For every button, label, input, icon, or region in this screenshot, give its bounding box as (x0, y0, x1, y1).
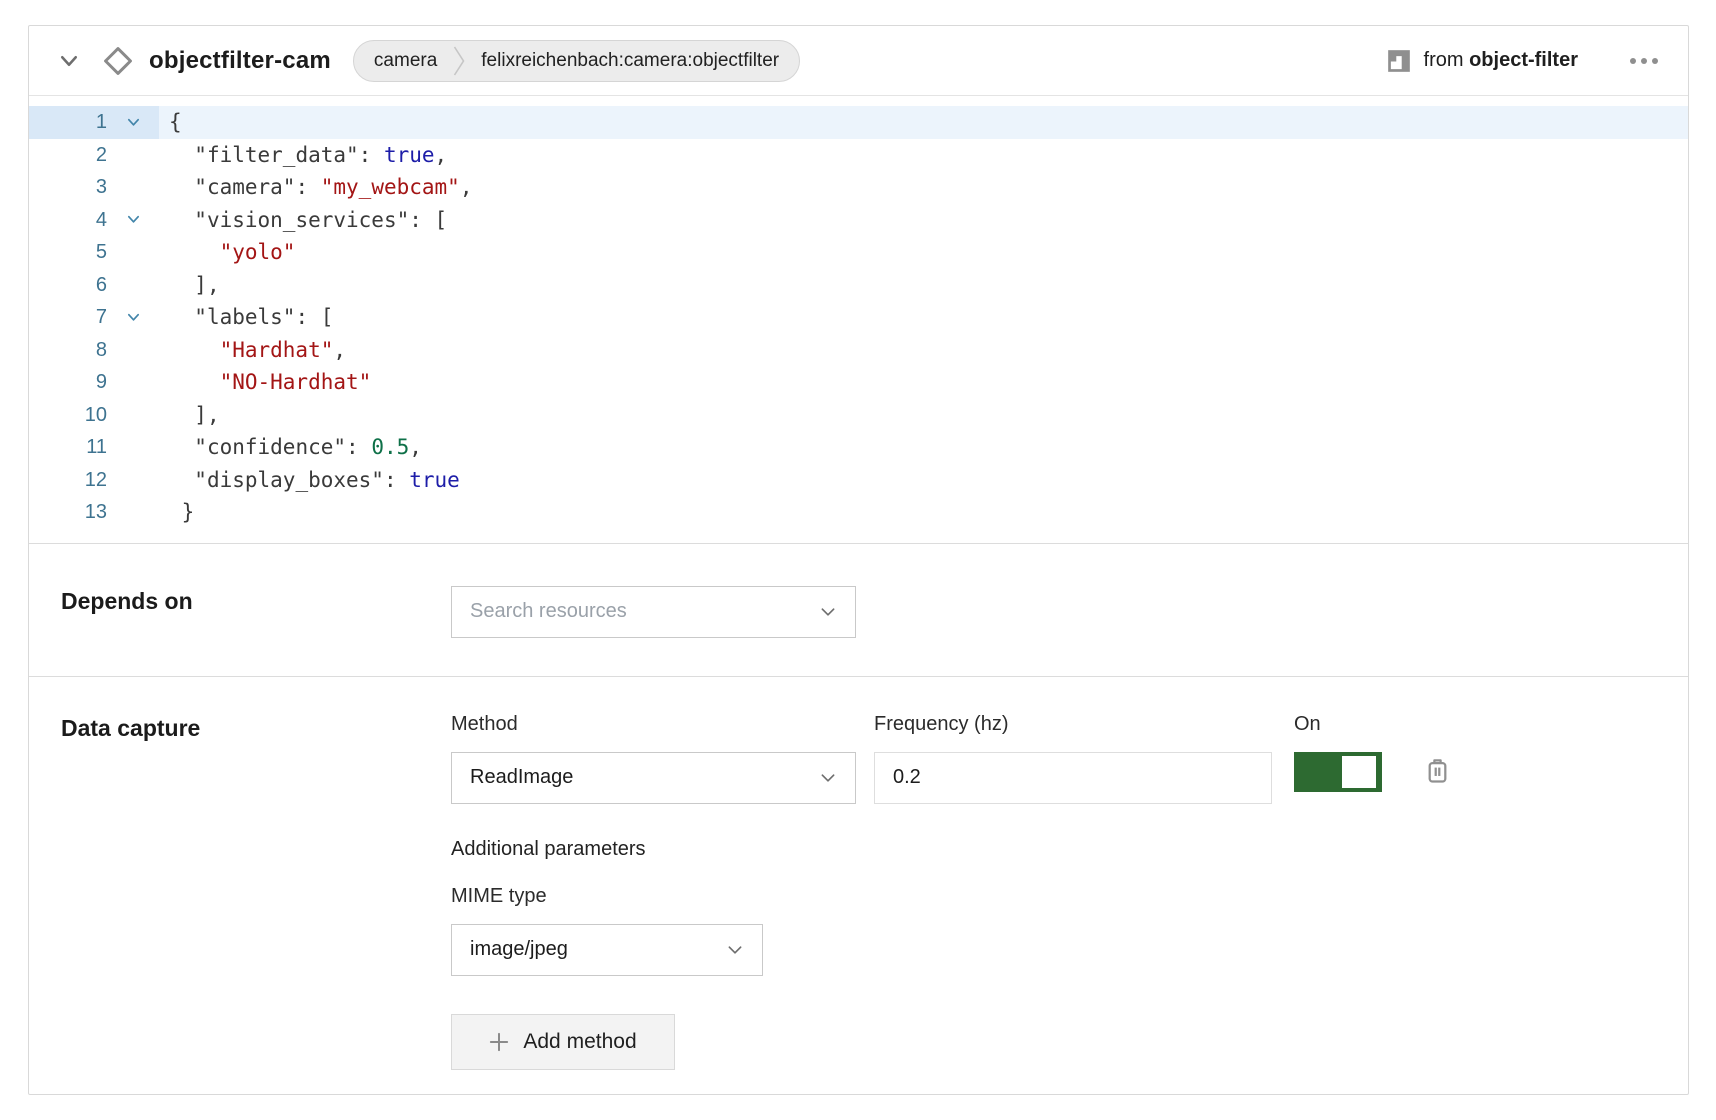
code-text[interactable]: } (159, 496, 1688, 529)
line-number: 10 (29, 399, 107, 432)
delete-method-trash-icon[interactable] (1424, 757, 1451, 786)
code-text[interactable]: "camera": "my_webcam", (159, 171, 1688, 204)
code-text[interactable]: ], (159, 399, 1688, 432)
add-method-button[interactable]: Add method (451, 1014, 675, 1070)
resource-name: objectfilter-cam (149, 47, 331, 75)
search-resources-select[interactable]: Search resources (451, 586, 856, 638)
line-number: 6 (29, 269, 107, 302)
chevron-down-icon (819, 769, 837, 787)
fold-chevron-icon[interactable] (107, 106, 159, 139)
line-number: 11 (29, 431, 107, 464)
code-text[interactable]: "Hardhat", (159, 334, 1688, 367)
code-text[interactable]: "filter_data": true, (159, 139, 1688, 172)
fold-spacer (107, 236, 159, 269)
badge-separator-icon (453, 42, 465, 80)
fold-spacer (107, 171, 159, 204)
method-value: ReadImage (470, 766, 819, 789)
resource-card: objectfilter-cam camera felixreichenbach… (28, 25, 1689, 1095)
data-capture-section: Data capture Method ReadImage Frequency … (29, 677, 1688, 1108)
code-text[interactable]: "NO-Hardhat" (159, 366, 1688, 399)
code-text[interactable]: "vision_services": [ (159, 204, 1688, 237)
fold-spacer (107, 496, 159, 529)
line-number: 3 (29, 171, 107, 204)
code-line[interactable]: 6 ], (29, 269, 1688, 302)
chevron-down-icon (726, 941, 744, 959)
data-capture-heading: Data capture (61, 713, 451, 1070)
fold-spacer (107, 269, 159, 302)
line-number: 13 (29, 496, 107, 529)
code-text[interactable]: "confidence": 0.5, (159, 431, 1688, 464)
line-number: 8 (29, 334, 107, 367)
on-label: On (1294, 713, 1451, 736)
line-number: 4 (29, 204, 107, 237)
mime-type-label: MIME type (451, 885, 1656, 908)
plus-icon (489, 1032, 509, 1052)
depends-on-section: Depends on Search resources (29, 544, 1688, 676)
frequency-input[interactable] (893, 766, 1253, 789)
ellipsis-menu-icon[interactable] (1630, 58, 1658, 64)
mime-type-value: image/jpeg (470, 938, 726, 961)
collapse-chevron-icon[interactable] (57, 49, 81, 73)
method-select[interactable]: ReadImage (451, 752, 856, 804)
resource-type-model-badge: camera felixreichenbach:camera:objectfil… (353, 40, 800, 82)
fold-spacer (107, 334, 159, 367)
chevron-down-icon (819, 603, 837, 621)
code-line[interactable]: 11 "confidence": 0.5, (29, 431, 1688, 464)
code-editor[interactable]: 1{2 "filter_data": true,3 "camera": "my_… (29, 96, 1688, 543)
code-line[interactable]: 3 "camera": "my_webcam", (29, 171, 1688, 204)
module-steps-icon (1386, 48, 1412, 74)
line-number: 5 (29, 236, 107, 269)
resource-type-badge: camera (374, 50, 437, 72)
fold-spacer (107, 464, 159, 497)
resource-card-header: objectfilter-cam camera felixreichenbach… (29, 26, 1688, 96)
fold-spacer (107, 139, 159, 172)
code-line[interactable]: 2 "filter_data": true, (29, 139, 1688, 172)
code-line[interactable]: 13 } (29, 496, 1688, 529)
code-line[interactable]: 10 ], (29, 399, 1688, 432)
mime-type-select[interactable]: image/jpeg (451, 924, 763, 976)
line-number: 1 (29, 106, 107, 139)
additional-parameters-label: Additional parameters (451, 838, 1656, 861)
from-module-text: from object-filter (1424, 49, 1578, 72)
code-line[interactable]: 8 "Hardhat", (29, 334, 1688, 367)
depends-on-heading: Depends on (61, 586, 451, 638)
code-text[interactable]: "labels": [ (159, 301, 1688, 334)
fold-chevron-icon[interactable] (107, 204, 159, 237)
line-number: 9 (29, 366, 107, 399)
code-line[interactable]: 9 "NO-Hardhat" (29, 366, 1688, 399)
line-number: 2 (29, 139, 107, 172)
code-text[interactable]: "display_boxes": true (159, 464, 1688, 497)
code-line[interactable]: 1{ (29, 106, 1688, 139)
resource-model-badge: felixreichenbach:camera:objectfilter (481, 50, 779, 72)
add-method-label: Add method (523, 1030, 636, 1054)
module-name: object-filter (1469, 49, 1578, 71)
fold-spacer (107, 399, 159, 432)
method-label: Method (451, 713, 856, 736)
camera-resource-diamond-icon (101, 44, 135, 78)
frequency-label: Frequency (hz) (874, 713, 1272, 736)
line-number: 12 (29, 464, 107, 497)
code-line[interactable]: 12 "display_boxes": true (29, 464, 1688, 497)
line-number: 7 (29, 301, 107, 334)
code-text[interactable]: "yolo" (159, 236, 1688, 269)
fold-spacer (107, 431, 159, 464)
code-text[interactable]: ], (159, 269, 1688, 302)
code-text[interactable]: { (159, 106, 1688, 139)
search-resources-placeholder: Search resources (470, 600, 819, 623)
fold-chevron-icon[interactable] (107, 301, 159, 334)
code-line[interactable]: 7 "labels": [ (29, 301, 1688, 334)
code-line[interactable]: 4 "vision_services": [ (29, 204, 1688, 237)
toggle-knob (1342, 756, 1376, 788)
code-line[interactable]: 5 "yolo" (29, 236, 1688, 269)
fold-spacer (107, 366, 159, 399)
capture-on-toggle[interactable] (1294, 752, 1382, 792)
frequency-input-wrap (874, 752, 1272, 804)
